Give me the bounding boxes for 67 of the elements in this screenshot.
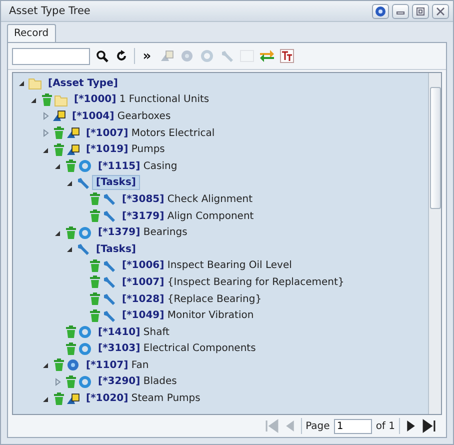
search-button[interactable] <box>94 48 110 64</box>
tree-node[interactable]: [*1004] Gearboxes <box>68 108 175 124</box>
tree-node[interactable]: [*1020] Steam Pumps <box>82 391 204 406</box>
tree-node[interactable]: [*1019] Pumps <box>82 142 169 158</box>
trash-icon[interactable] <box>64 374 78 389</box>
ring-icon <box>78 325 92 340</box>
page-count: of 1 <box>376 420 395 432</box>
tree-node[interactable]: [*1007] {Inspect Bearing for Replacement} <box>118 274 348 290</box>
trash-icon[interactable] <box>64 342 78 356</box>
tree-node[interactable]: [Tasks] <box>92 175 140 190</box>
trash-icon[interactable] <box>88 192 102 206</box>
close-icon <box>436 6 445 16</box>
trash-icon[interactable] <box>88 292 102 306</box>
maximize-icon <box>416 6 425 16</box>
close-button[interactable] <box>432 4 449 18</box>
more-button[interactable]: » <box>139 48 155 64</box>
tree-node[interactable]: [*1107] Fan <box>82 358 153 373</box>
scrollbar[interactable] <box>428 73 441 414</box>
tree-node[interactable]: [*1115] Casing <box>94 158 182 174</box>
wrench-icon <box>102 308 116 323</box>
wrench-icon <box>76 242 90 256</box>
page-label: Page <box>306 420 330 432</box>
tree-node[interactable]: [*3179] Align Component <box>118 208 258 224</box>
wrench-icon <box>76 176 90 190</box>
trash-icon[interactable] <box>88 258 102 273</box>
maximize-button[interactable] <box>412 4 429 18</box>
search-field[interactable] <box>12 48 90 64</box>
tree-node[interactable]: [*1028] {Replace Bearing} <box>118 292 266 307</box>
minimize-button[interactable] <box>392 4 409 18</box>
expand-arrow-icon[interactable] <box>53 376 63 387</box>
ring-icon <box>78 226 92 240</box>
expand-arrow-icon[interactable] <box>41 111 51 122</box>
tree-node[interactable]: [*1379] Bearings <box>94 225 192 240</box>
tree-node[interactable]: [*3085] Check Alignment <box>118 192 257 207</box>
folder-icon <box>54 92 68 107</box>
tab[interactable]: Record <box>7 24 56 42</box>
ring-icon <box>78 342 92 356</box>
wrench-icon <box>102 275 116 290</box>
expand-arrow-icon[interactable] <box>41 128 51 138</box>
folder-icon <box>28 76 42 90</box>
window-title: Asset Type Tree <box>9 5 92 17</box>
trash-icon[interactable] <box>88 308 102 323</box>
trash-icon[interactable] <box>88 275 102 290</box>
swap-button[interactable] <box>259 48 275 64</box>
tree-node[interactable]: [*1000] 1 Functional Units <box>70 92 214 108</box>
tree-node[interactable]: [*3290] Blades <box>94 374 181 390</box>
tree-node[interactable]: [*1049] Monitor Vibration <box>118 308 258 324</box>
wrench-icon <box>102 209 116 224</box>
gear-icon <box>66 358 80 372</box>
last-page-icon[interactable] <box>422 419 436 433</box>
wrench-icon <box>102 192 116 206</box>
help-button[interactable] <box>372 4 389 18</box>
help-icon <box>375 6 386 16</box>
tree-node[interactable]: [Tasks] <box>92 242 140 257</box>
trash-icon[interactable] <box>88 209 102 224</box>
wrench-icon <box>102 292 116 306</box>
wrench-icon <box>102 258 116 273</box>
trash-icon[interactable] <box>64 325 78 340</box>
tree-node[interactable]: [Asset Type] <box>44 76 122 91</box>
tree-node[interactable]: [*1006] Inspect Bearing Oil Level <box>118 258 296 274</box>
ring-icon <box>78 159 92 174</box>
tree-node[interactable]: [*1410] Shaft <box>94 324 174 340</box>
tree-node[interactable]: [*3103] Electrical Components <box>94 341 260 356</box>
ring-icon <box>78 374 92 389</box>
page-field[interactable]: 1 <box>334 418 372 434</box>
tree-node[interactable]: [*1007] Motors Electrical <box>82 126 219 141</box>
font-size-button[interactable] <box>279 48 295 64</box>
